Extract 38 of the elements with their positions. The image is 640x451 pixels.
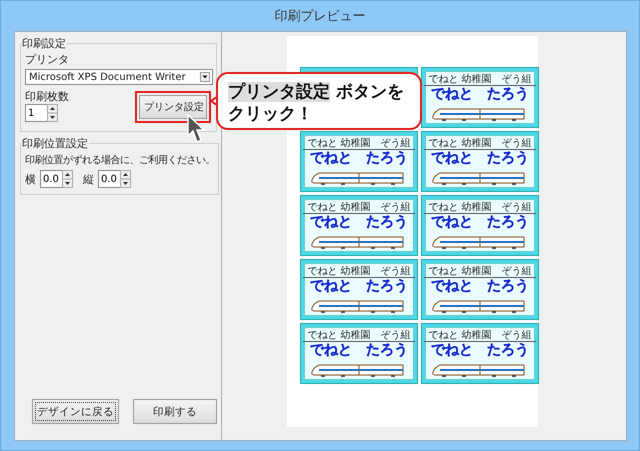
- school-text: でねと 幼稚園 ぞう組: [424, 330, 536, 342]
- child-name: でねと たろう: [431, 214, 529, 230]
- school-text: でねと 幼稚園 ぞう組: [424, 266, 536, 278]
- school-text: でねと 幼稚園 ぞう組: [424, 138, 536, 150]
- field-label: プリンタ: [25, 52, 70, 67]
- action-button[interactable]: 印刷する: [133, 399, 217, 424]
- spin-buttons[interactable]: [120, 170, 131, 188]
- child-name: でねと たろう: [310, 342, 408, 358]
- printer-dropdown[interactable]: Microsoft XPS Document Writer: [25, 69, 213, 85]
- child-name: でねと たろう: [431, 278, 529, 294]
- child-name: でねと たろう: [310, 278, 408, 294]
- group-title: 印刷位置設定: [21, 136, 89, 151]
- y-offset-field[interactable]: 0.0: [98, 170, 120, 188]
- child-name: でねと たろう: [310, 214, 408, 230]
- child-name: でねと たろう: [431, 150, 529, 166]
- child-name: でねと たろう: [310, 150, 408, 166]
- hint-text: 印刷位置がずれる場合に、ご利用ください。: [25, 154, 215, 167]
- action-button[interactable]: デザインに戻る: [32, 399, 119, 424]
- x-offset-field[interactable]: 0.0: [40, 170, 62, 188]
- window-title: 印刷プレビュー: [274, 8, 366, 26]
- child-name: でねと たろう: [431, 342, 529, 358]
- field-label: 縦: [83, 172, 94, 186]
- field-label: 印刷枚数: [25, 89, 69, 104]
- school-text: でねと 幼稚園 ぞう組: [303, 330, 415, 342]
- school-text: でねと 幼稚園 ぞう組: [303, 138, 415, 150]
- spin-buttons[interactable]: [47, 104, 58, 122]
- cursor-icon: [187, 114, 207, 144]
- school-text: でねと 幼稚園 ぞう組: [424, 74, 536, 86]
- group-title: 印刷設定: [21, 36, 67, 51]
- spin-buttons[interactable]: [62, 170, 73, 188]
- school-text: でねと 幼稚園 ぞう組: [424, 202, 536, 214]
- child-name: でねと たろう: [431, 86, 529, 102]
- school-text: でねと 幼稚園 ぞう組: [303, 202, 415, 214]
- callout-text: プリンタ設定 ボタンを クリック！: [216, 72, 422, 130]
- copies-field[interactable]: 1: [25, 104, 47, 122]
- school-text: でねと 幼稚園 ぞう組: [303, 266, 415, 278]
- printer-settings-button[interactable]: プリンタ設定: [139, 95, 207, 119]
- field-label: 横: [25, 172, 36, 186]
